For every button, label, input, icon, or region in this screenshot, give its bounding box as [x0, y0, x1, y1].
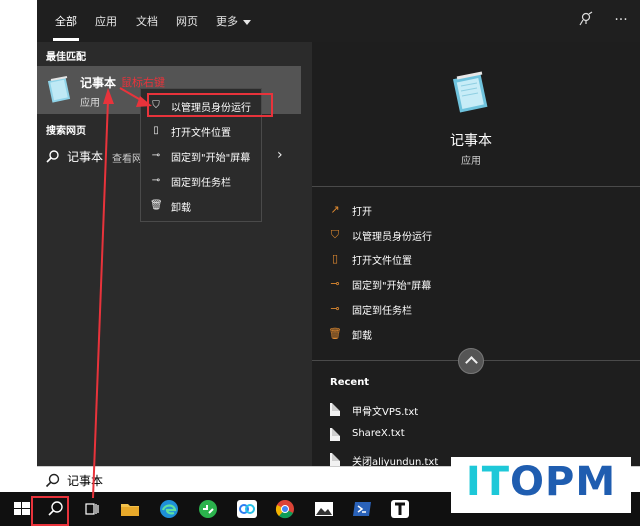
file-explorer-icon[interactable] [118, 497, 142, 521]
chrome-browser-icon[interactable] [273, 497, 297, 521]
recent-item[interactable]: ShareX.txt [330, 427, 610, 443]
watermark-letter: M [575, 459, 617, 505]
chevron-right-icon[interactable]: › [277, 147, 283, 163]
chevron-down-icon [243, 19, 251, 25]
divider [312, 186, 640, 187]
action-open[interactable]: ↗ 打开 [328, 201, 608, 221]
action-label: 卸载 [352, 331, 372, 342]
context-item-label: 固定到任务栏 [171, 178, 231, 189]
start-search-panel: 全部 应用 文档 网页 更多 ··· 最佳匹配 记事本 应用 鼠标右键 搜索网页 [37, 0, 640, 468]
search-input[interactable]: 记事本 [67, 472, 103, 489]
app-subtitle: 应用 [461, 156, 481, 167]
action-run-as-admin[interactable]: ⛉ 以管理员身份运行 [328, 226, 608, 246]
recent-item[interactable]: 甲骨文VPS.txt [330, 402, 610, 418]
action-pin-to-start[interactable]: ⊸ 固定到"开始"屏幕 [328, 275, 608, 295]
watermark-logo: ITOPM [451, 457, 631, 513]
action-label: 固定到"开始"屏幕 [352, 281, 432, 292]
recent-item-label: 甲骨文VPS.txt [352, 407, 419, 418]
context-pin-to-start[interactable]: ⊸ 固定到"开始"屏幕 [141, 145, 261, 167]
context-item-label: 固定到"开始"屏幕 [171, 153, 251, 164]
web-search-term: 记事本 [67, 150, 104, 164]
collapse-button[interactable] [458, 348, 484, 374]
action-label: 打开 [352, 207, 372, 218]
context-open-file-location[interactable]: ▯ 打开文件位置 [141, 120, 261, 142]
trash-icon: 🗑 [150, 200, 163, 211]
context-item-label: 卸载 [171, 203, 191, 214]
app-detail-pane: 记事本 应用 ↗ 打开 ⛉ 以管理员身份运行 ▯ 打开文件位置 ⊸ 固定到"开始… [312, 42, 640, 468]
taskbar-search-highlight-box [31, 496, 69, 526]
task-view-icon[interactable] [80, 497, 104, 521]
watermark-letter: I [465, 459, 482, 505]
context-item-label: 打开文件位置 [171, 128, 231, 139]
action-label: 固定到任务栏 [352, 306, 412, 317]
best-match-type: 应用 [80, 98, 100, 109]
watermark-letter: T [481, 459, 511, 505]
shield-icon: ⛉ [330, 228, 340, 241]
typora-app-icon[interactable] [388, 497, 412, 521]
document-icon [330, 428, 340, 441]
tab-apps[interactable]: 应用 [95, 13, 117, 29]
recent-item-label: ShareX.txt [352, 428, 405, 439]
search-filter-bar: 全部 应用 文档 网页 更多 ··· [37, 0, 640, 42]
green-app-icon[interactable] [196, 497, 220, 521]
baidu-netdisk-icon[interactable] [235, 497, 259, 521]
photos-app-icon[interactable] [312, 497, 336, 521]
active-tab-indicator [53, 38, 79, 41]
tab-web[interactable]: 网页 [176, 13, 198, 29]
action-open-file-location[interactable]: ▯ 打开文件位置 [328, 250, 608, 270]
action-pin-to-taskbar[interactable]: ⊸ 固定到任务栏 [328, 300, 608, 320]
watermark-text: ITOPM [451, 459, 631, 505]
tab-more[interactable]: 更多 [216, 13, 251, 29]
file-icon: ▯ [153, 125, 159, 136]
pin-icon: ⊸ [151, 175, 161, 186]
document-icon [330, 453, 340, 466]
pin-icon: ⊸ [151, 150, 161, 161]
document-icon [330, 403, 340, 416]
search-icon [45, 472, 61, 488]
more-options-icon[interactable]: ··· [612, 11, 630, 29]
edge-browser-icon[interactable] [157, 497, 181, 521]
search-icon [46, 149, 60, 163]
app-title: 记事本 [450, 133, 492, 149]
best-match-name: 记事本 [80, 76, 117, 90]
feedback-icon[interactable] [577, 11, 595, 29]
recent-heading: Recent [330, 377, 370, 388]
action-uninstall[interactable]: 🗑 卸载 [328, 325, 608, 345]
watermark-letter: O [510, 459, 546, 505]
web-search-subtext: 查看网 [112, 154, 142, 165]
run-as-admin-highlight-box [147, 93, 273, 117]
action-label: 打开文件位置 [352, 256, 412, 267]
watermark-letter: P [545, 459, 576, 505]
context-uninstall[interactable]: 🗑 卸载 [141, 195, 261, 217]
action-label: 以管理员身份运行 [352, 232, 432, 243]
best-match-heading: 最佳匹配 [46, 52, 86, 63]
notepad-large-icon [448, 70, 492, 114]
trash-icon: 🗑 [328, 327, 342, 340]
tab-documents[interactable]: 文档 [136, 13, 158, 29]
file-icon: ▯ [331, 252, 339, 265]
tab-more-label: 更多 [216, 15, 238, 28]
notepad-icon [47, 76, 71, 104]
powershell-icon[interactable] [350, 497, 374, 521]
open-icon: ↗ [330, 203, 340, 216]
web-search-heading: 搜索网页 [46, 126, 86, 137]
pin-icon: ⊸ [330, 277, 340, 290]
tab-all[interactable]: 全部 [55, 13, 77, 29]
context-pin-to-taskbar[interactable]: ⊸ 固定到任务栏 [141, 170, 261, 192]
screenshot-root: 全部 应用 文档 网页 更多 ··· 最佳匹配 记事本 应用 鼠标右键 搜索网页 [0, 0, 640, 526]
pin-icon: ⊸ [330, 302, 340, 315]
